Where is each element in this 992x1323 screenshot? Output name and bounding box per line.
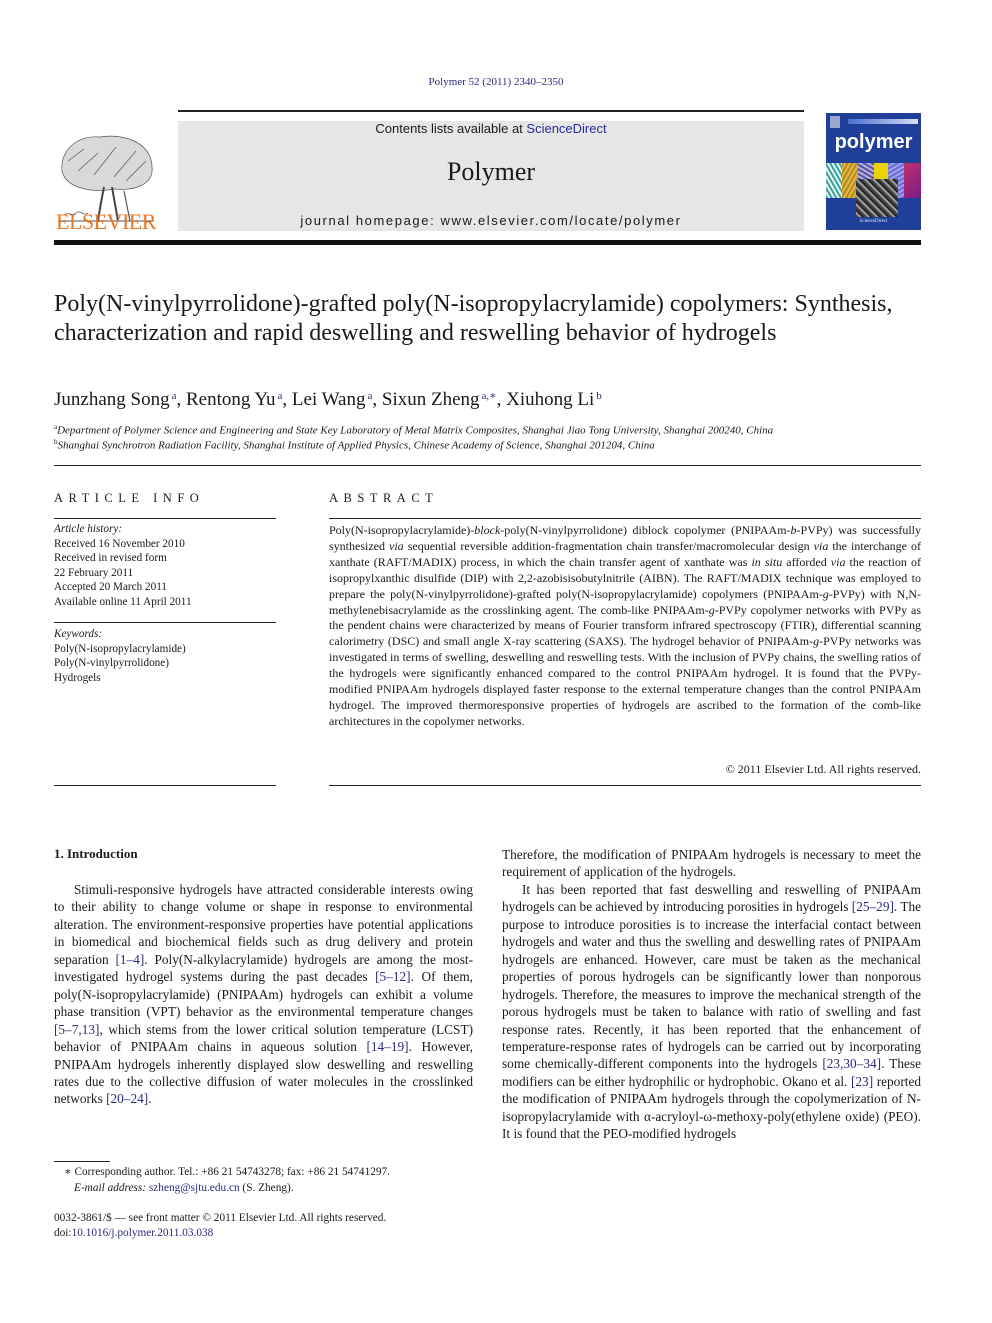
header-top-rule bbox=[178, 110, 804, 112]
issn-note: 0032-3861/$ — see front matter © 2011 El… bbox=[54, 1212, 387, 1224]
corresponding-author-note: ∗ Corresponding author. Tel.: +86 21 547… bbox=[64, 1166, 390, 1178]
affiliation-marker[interactable]: b bbox=[596, 390, 602, 402]
doi-prefix: doi: bbox=[54, 1227, 72, 1239]
cover-tile bbox=[904, 163, 921, 198]
history-item: Accepted 20 March 2011 bbox=[54, 581, 167, 593]
paragraph: Therefore, the modification of PNIPAAm h… bbox=[502, 846, 921, 881]
history-item: Available online 11 April 2011 bbox=[54, 595, 192, 608]
keywords-label: Keywords: bbox=[54, 628, 103, 640]
citation-link[interactable]: [5–12] bbox=[375, 969, 410, 984]
cover-micrograph bbox=[856, 179, 898, 217]
body-column-left: Stimuli-responsive hydrogels have attrac… bbox=[54, 881, 473, 1108]
italic-text: block bbox=[474, 523, 501, 537]
affiliation-marker[interactable]: a bbox=[278, 390, 283, 402]
text-run: . bbox=[148, 1091, 152, 1107]
article-title: Poly(N-vinylpyrrolidone)-grafted poly(N-… bbox=[54, 291, 893, 346]
footnote-rule bbox=[54, 1161, 110, 1162]
article-history-label: Article history: bbox=[54, 523, 123, 535]
body-column-right: Therefore, the modification of PNIPAAm h… bbox=[502, 846, 921, 1143]
text-run: -poly(N-vinylpyrrolidone) diblock copoly… bbox=[500, 523, 791, 537]
italic-text: via bbox=[389, 538, 404, 553]
keyword-item: Hydrogels bbox=[54, 671, 101, 684]
divider bbox=[54, 622, 276, 624]
text-run: -PVPy networks was investigated in terms… bbox=[329, 634, 921, 728]
history-item: 22 February 2011 bbox=[54, 566, 134, 579]
abstract-heading: ABSTRACT bbox=[329, 491, 439, 505]
text-run: . The purpose to introduce porosities is… bbox=[502, 899, 921, 1072]
journal-citation-link[interactable]: Polymer 52 (2011) 2340–2350 bbox=[0, 76, 992, 88]
cover-title: polymer bbox=[834, 131, 913, 153]
contents-availability: Contents lists available at ScienceDirec… bbox=[178, 121, 804, 136]
divider bbox=[54, 785, 276, 787]
email-label: E-mail address: bbox=[74, 1182, 149, 1194]
divider bbox=[329, 518, 921, 520]
text-run: sequential reversible addition-fragmenta… bbox=[403, 538, 814, 553]
citation-link[interactable]: [23] bbox=[851, 1074, 873, 1089]
cover-stripe bbox=[848, 119, 918, 124]
journal-name: Polymer bbox=[446, 157, 536, 186]
cover-publisher-badge-icon bbox=[830, 116, 840, 128]
email-suffix: (S. Zheng). bbox=[239, 1182, 294, 1194]
history-item: Received 16 November 2010 bbox=[54, 537, 185, 550]
author-name[interactable]: Xiuhong Li bbox=[506, 389, 594, 410]
history-item: Received in revised form bbox=[54, 552, 167, 564]
cover-footer: ScienceDirect bbox=[859, 219, 888, 224]
journal-cover-image[interactable]: polymer ScienceDirect bbox=[826, 113, 921, 230]
divider bbox=[329, 785, 921, 787]
author-name[interactable]: Sixun Zheng bbox=[382, 389, 480, 410]
email-note: E-mail address: szheng@sjtu.edu.cn (S. Z… bbox=[54, 1181, 504, 1197]
author-list: Junzhang Song a, Rentong Yu a, Lei Wang a, … bbox=[54, 389, 602, 410]
affiliation-a: aDepartment of Polymer Science and Engin… bbox=[54, 423, 774, 437]
citation-link[interactable]: [1–4] bbox=[115, 952, 144, 967]
abstract-copyright: © 2011 Elsevier Ltd. All rights reserved… bbox=[725, 762, 921, 776]
italic-text: via bbox=[813, 538, 829, 553]
text-run: afforded bbox=[782, 554, 831, 569]
keyword-item: Poly(N-isopropylacrylamide) bbox=[54, 642, 186, 655]
italic-text: in situ bbox=[751, 554, 783, 569]
contents-prefix: Contents lists available at bbox=[375, 121, 527, 136]
abstract-text: Poly(N-isopropylacrylamide)-block-poly(N… bbox=[329, 523, 921, 730]
journal-homepage-link[interactable]: journal homepage: www.elsevier.com/locat… bbox=[178, 213, 804, 228]
keywords: Keywords: Poly(N-isopropylacrylamide) Pol… bbox=[54, 627, 276, 685]
citation-link[interactable]: [23,30–34] bbox=[822, 1056, 881, 1071]
publisher-wordmark: ELSEVIER bbox=[56, 209, 156, 234]
keyword-item: Poly(N-vinylpyrrolidone) bbox=[54, 657, 169, 669]
affiliation-marker[interactable]: a,∗ bbox=[482, 390, 497, 402]
cover-tile bbox=[826, 163, 842, 198]
paragraph: Stimuli-responsive hydrogels have attrac… bbox=[54, 881, 473, 1108]
affiliation-marker[interactable]: a bbox=[367, 390, 372, 402]
author-name[interactable]: Lei Wang bbox=[292, 389, 366, 410]
affiliation-b: bShanghai Synchrotron Radiation Facility… bbox=[54, 438, 655, 452]
text-run: Poly(N-isopropylacrylamide)- bbox=[329, 523, 475, 537]
doi-note: doi:10.1016/j.polymer.2011.03.038 bbox=[54, 1226, 484, 1242]
header-thick-rule bbox=[54, 240, 921, 245]
article-info-heading: ARTICLE INFO bbox=[54, 491, 205, 505]
affiliation-marker[interactable]: a bbox=[172, 390, 177, 402]
author-name[interactable]: Rentong Yu bbox=[186, 389, 276, 410]
paragraph: It has been reported that fast deswellin… bbox=[502, 881, 921, 1143]
citation-link[interactable]: [14–19] bbox=[366, 1039, 408, 1054]
text-run: Therefore, the modification of PNIPAAm h… bbox=[502, 847, 921, 880]
italic-text: via bbox=[830, 554, 846, 569]
doi-link[interactable]: 10.1016/j.polymer.2011.03.038 bbox=[72, 1227, 214, 1239]
title-divider bbox=[54, 465, 921, 466]
author-name[interactable]: Junzhang Song bbox=[54, 389, 170, 410]
email-link[interactable]: szheng@sjtu.edu.cn bbox=[149, 1182, 240, 1194]
citation-link[interactable]: [25–29] bbox=[852, 899, 894, 914]
sciencedirect-link[interactable]: ScienceDirect bbox=[526, 121, 606, 136]
divider bbox=[54, 518, 276, 520]
citation-link[interactable]: [20–24] bbox=[106, 1091, 148, 1106]
section-heading-introduction: 1. Introduction bbox=[54, 846, 138, 861]
article-history: Article history: Received 16 November 20… bbox=[54, 522, 276, 609]
citation-link[interactable]: [5–7,13] bbox=[54, 1022, 99, 1037]
